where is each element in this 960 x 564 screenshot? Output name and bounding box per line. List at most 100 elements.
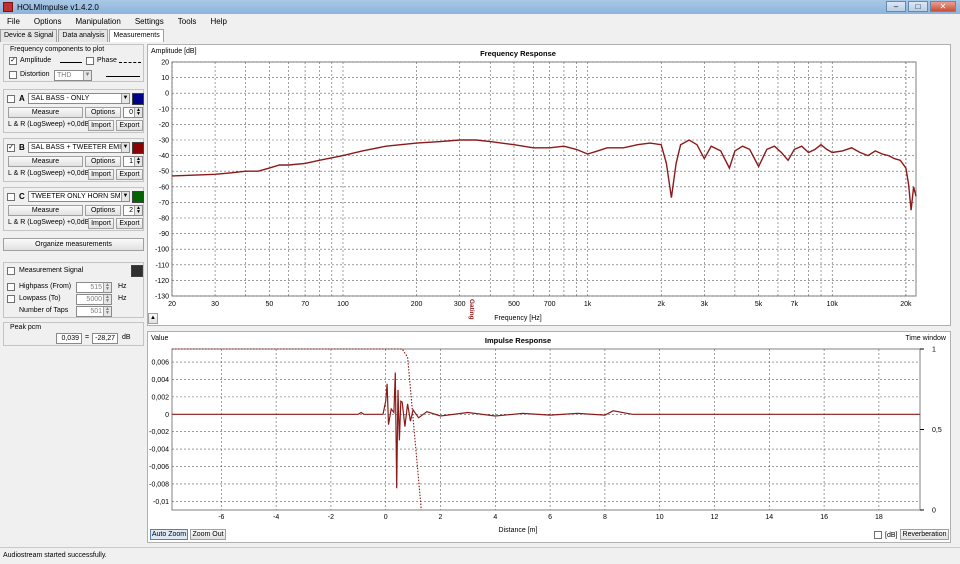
- measurement-a-checkbox[interactable]: [7, 95, 15, 103]
- freq-ytick-label: 20: [161, 60, 169, 67]
- measure-b-button[interactable]: Measure: [8, 156, 83, 167]
- measurement-c-spin-value: 2: [129, 207, 133, 214]
- reverberation-button[interactable]: Reverberation: [900, 529, 949, 540]
- options-a-button[interactable]: Options: [85, 107, 121, 118]
- freq-components-title: Frequency components to plot: [10, 46, 105, 53]
- export-c-button[interactable]: Export: [116, 218, 143, 229]
- options-b-button[interactable]: Options: [85, 156, 121, 167]
- lowpass-spinner[interactable]: 5000 ▲ ▼: [76, 294, 112, 305]
- zoom-out-button[interactable]: Zoom Out: [190, 529, 226, 540]
- auto-zoom-button[interactable]: Auto Zoom: [150, 529, 188, 540]
- phase-line-sample: [119, 62, 141, 63]
- measure-a-button[interactable]: Measure: [8, 107, 83, 118]
- gating-marker-label[interactable]: Gating: [468, 299, 475, 320]
- spinner-arrows-icon: ▲ ▼: [134, 108, 142, 117]
- freq-ytick-label: -20: [159, 122, 169, 129]
- measurement-b-select[interactable]: SAL BASS + TWEETER EMIN ▼: [28, 142, 130, 153]
- menu-file[interactable]: File: [0, 14, 27, 29]
- taps-label: Number of Taps: [19, 307, 69, 314]
- amplitude-checkbox[interactable]: ✓: [9, 57, 17, 65]
- measurement-a-name: SAL BASS - ONLY: [31, 95, 90, 102]
- freq-ytick-label: -110: [156, 262, 170, 269]
- measurement-c-select[interactable]: TWEETER ONLY HORN SM! ▼: [28, 191, 130, 202]
- imp-xtick-label: 0: [384, 514, 388, 521]
- spinner-arrows-icon: ▲ ▼: [103, 295, 111, 304]
- tab-data-analysis[interactable]: Data analysis: [58, 29, 109, 42]
- highpass-unit: Hz: [118, 283, 127, 290]
- measurement-b-name: SAL BASS + TWEETER EMIN: [31, 144, 127, 151]
- import-b-button[interactable]: Import: [88, 169, 114, 180]
- peak-db-field: -28,27: [92, 333, 118, 344]
- close-button[interactable]: ✕: [930, 1, 956, 12]
- measurement-a-color-swatch[interactable]: [132, 93, 144, 105]
- imp-xtick-label: 18: [875, 514, 883, 521]
- freq-xtick-label: 30: [211, 301, 219, 308]
- measurement-b-color-swatch[interactable]: [132, 142, 144, 154]
- measurement-a-group: A SAL BASS - ONLY ▼ Measure Options 0 ▲ ▼ …: [3, 89, 144, 133]
- imp-ytick-label: 0: [165, 412, 169, 419]
- highpass-spinner[interactable]: 515 ▲ ▼: [76, 282, 112, 293]
- menu-manipulation[interactable]: Manipulation: [68, 14, 127, 29]
- measurement-signal-color-swatch[interactable]: [131, 265, 143, 277]
- imp-xtick-label: 16: [820, 514, 828, 521]
- peak-label: Peak pcm: [10, 324, 42, 331]
- import-c-button[interactable]: Import: [88, 218, 114, 229]
- imp-xtick-label: -2: [328, 514, 334, 521]
- measurement-b-letter: B: [19, 143, 25, 152]
- maximize-button[interactable]: □: [908, 1, 928, 12]
- title-bar: HOLMImpulse v1.4.2.0 – □ ✕: [0, 0, 960, 14]
- minimize-button[interactable]: –: [886, 1, 906, 12]
- freq-title: Frequency Response: [480, 49, 556, 58]
- menu-options[interactable]: Options: [27, 14, 69, 29]
- freq-response-series-line: [171, 139, 917, 211]
- export-b-button[interactable]: Export: [116, 169, 143, 180]
- options-c-button[interactable]: Options: [85, 205, 121, 216]
- measurement-b-checkbox[interactable]: ✓: [7, 144, 15, 152]
- imp-right-tick-label: 0: [932, 508, 936, 515]
- imp-ytick-label: -0,002: [149, 429, 169, 436]
- import-a-button[interactable]: Import: [88, 120, 114, 131]
- highpass-label: Highpass (From): [19, 283, 72, 290]
- imp-xtick-label: -6: [218, 514, 224, 521]
- freq-ylabel: Amplitude [dB]: [151, 48, 197, 55]
- frequency-response-chart[interactable]: Amplitude [dB] Frequency Response Freque…: [148, 45, 950, 325]
- distortion-checkbox[interactable]: [9, 71, 17, 79]
- measure-c-button[interactable]: Measure: [8, 205, 83, 216]
- left-panel: Frequency components to plot ✓ Amplitude…: [0, 42, 147, 547]
- organize-measurements-button[interactable]: Organize measurements: [3, 238, 144, 251]
- freq-ytick-label: -120: [155, 278, 169, 285]
- lowpass-checkbox[interactable]: [7, 295, 15, 303]
- freq-xtick-label: 5k: [755, 301, 763, 308]
- lowpass-unit: Hz: [118, 295, 127, 302]
- measurement-c-spinner[interactable]: 2 ▲ ▼: [123, 205, 143, 216]
- menu-tools[interactable]: Tools: [171, 14, 204, 29]
- phase-label: Phase: [97, 57, 117, 64]
- db-checkbox[interactable]: [874, 531, 882, 539]
- measurement-c-checkbox[interactable]: [7, 193, 15, 201]
- imp-xtick-label: -4: [273, 514, 279, 521]
- measurement-signal-checkbox[interactable]: [7, 267, 15, 275]
- phase-checkbox[interactable]: [86, 57, 94, 65]
- measurement-b-spinner[interactable]: 1 ▲ ▼: [123, 156, 143, 167]
- freq-xtick-label: 70: [301, 301, 309, 308]
- impulse-response-chart[interactable]: Value Impulse Response Distance [m] Time…: [148, 332, 950, 542]
- tab-measurements[interactable]: Measurements: [109, 29, 164, 42]
- measurement-c-color-swatch[interactable]: [132, 191, 144, 203]
- peak-equals: =: [85, 334, 90, 341]
- chevron-down-icon: ▼: [83, 71, 91, 80]
- menu-settings[interactable]: Settings: [128, 14, 171, 29]
- taps-spinner[interactable]: 501 ▲ ▼: [76, 306, 112, 317]
- highpass-checkbox[interactable]: [7, 283, 15, 291]
- collapse-arrow-button[interactable]: ▲: [148, 313, 158, 324]
- measurement-a-select[interactable]: SAL BASS - ONLY ▼: [28, 93, 130, 104]
- freq-xtick-label: 500: [508, 301, 520, 308]
- app-icon: [3, 2, 13, 12]
- export-a-button[interactable]: Export: [116, 120, 143, 131]
- freq-ytick-label: -70: [159, 200, 169, 207]
- freq-xtick-label: 3k: [701, 301, 709, 308]
- menu-help[interactable]: Help: [203, 14, 233, 29]
- tab-device-signal[interactable]: Device & Signal: [0, 29, 58, 42]
- measurement-a-spinner[interactable]: 0 ▲ ▼: [123, 107, 143, 118]
- imp-xlabel: Distance [m]: [499, 527, 538, 534]
- distortion-select[interactable]: THD ▼: [54, 70, 92, 81]
